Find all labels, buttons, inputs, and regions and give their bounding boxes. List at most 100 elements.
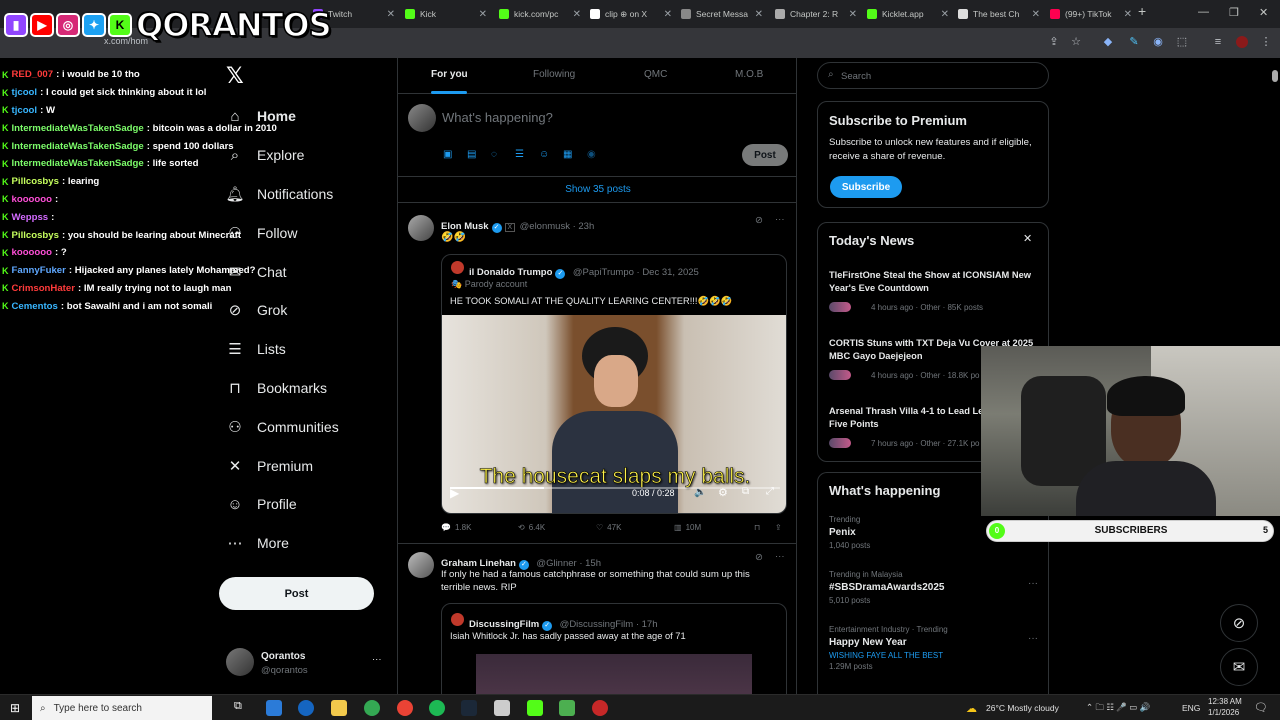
- bookmark-icon[interactable]: ⊓: [754, 523, 760, 532]
- nav-item-bookmarks[interactable]: ⊓ Bookmarks: [226, 376, 327, 400]
- app-icon[interactable]: [527, 700, 543, 716]
- gif-icon[interactable]: ▤: [467, 149, 476, 160]
- reply-button[interactable]: 💬 1.8K: [441, 523, 471, 532]
- taskbar-search[interactable]: ⌕ Type here to search: [32, 696, 212, 720]
- volume-icon[interactable]: 🔈: [694, 487, 706, 498]
- image-icon[interactable]: ▣: [443, 149, 452, 160]
- browser-tab[interactable]: Kicklet.app ✕: [867, 4, 949, 24]
- trend-related-link[interactable]: WISHING FAYE ALL THE BEST: [829, 651, 943, 660]
- show-new-posts[interactable]: Show 35 posts: [398, 176, 796, 203]
- new-tab-button[interactable]: +: [1138, 3, 1146, 19]
- grok-icon[interactable]: ⊘: [755, 552, 763, 563]
- file-explorer-icon[interactable]: [331, 700, 347, 716]
- emoji-icon[interactable]: ☺: [539, 149, 549, 160]
- popout-icon[interactable]: ⧉: [742, 486, 749, 497]
- settings-icon[interactable]: ⚙: [718, 486, 728, 499]
- install-icon[interactable]: ⇪: [1048, 36, 1060, 48]
- avatar[interactable]: [408, 552, 434, 578]
- task-view-icon[interactable]: ⧉: [234, 700, 242, 713]
- tray-icons[interactable]: ⌃ 🗀 ☷ 🎤 ▭ 🔊: [1086, 702, 1150, 716]
- minimize-icon[interactable]: —: [1198, 6, 1209, 18]
- tab-close-icon[interactable]: ✕: [755, 9, 763, 20]
- obs-icon[interactable]: [592, 700, 608, 716]
- app-icon[interactable]: [494, 700, 510, 716]
- close-icon[interactable]: ✕: [1023, 232, 1032, 245]
- like-button[interactable]: ♡ 47K: [596, 523, 621, 532]
- messages-fab-icon[interactable]: ✉: [1220, 648, 1258, 686]
- more-icon[interactable]: ···: [1028, 633, 1038, 644]
- author-name[interactable]: Elon Musk: [441, 221, 489, 232]
- quoted-post[interactable]: il Donaldo Trumpo ✓ @PapiTrumpo · Dec 31,…: [441, 254, 787, 514]
- x-logo-icon[interactable]: 𝕏: [226, 64, 244, 89]
- app-icon[interactable]: [559, 700, 575, 716]
- extension-icon[interactable]: ✎: [1128, 36, 1140, 48]
- weather-text[interactable]: 26°C Mostly cloudy: [986, 703, 1059, 713]
- browser-menu-icon[interactable]: ⋮: [1260, 36, 1272, 48]
- subscribe-button[interactable]: Subscribe: [830, 176, 902, 198]
- nav-item-notifications[interactable]: 🔔︎ Notifications: [225, 182, 333, 206]
- extension-icon[interactable]: ◆: [1102, 36, 1114, 48]
- chrome-icon[interactable]: [397, 700, 413, 716]
- windows-start-icon[interactable]: ⊞: [10, 701, 20, 715]
- edge-icon[interactable]: [298, 700, 314, 716]
- views-button[interactable]: ▥ 10M: [674, 523, 701, 532]
- browser-tab[interactable]: Chapter 2: R ✕: [775, 4, 857, 24]
- tab-close-icon[interactable]: ✕: [479, 9, 487, 20]
- spotify-icon[interactable]: [429, 700, 445, 716]
- more-icon[interactable]: ···: [1028, 578, 1038, 589]
- chrome-icon[interactable]: [364, 700, 380, 716]
- nav-item-chat[interactable]: ✉ Chat: [226, 260, 287, 284]
- poll-icon[interactable]: ☰: [515, 149, 524, 160]
- tab-close-icon[interactable]: ✕: [573, 9, 581, 20]
- extension-icon[interactable]: ◉: [1152, 36, 1164, 48]
- tab-close-icon[interactable]: ✕: [1124, 9, 1132, 20]
- trend-name[interactable]: Penix: [829, 527, 856, 538]
- clock-time[interactable]: 12:38 AM: [1208, 697, 1242, 706]
- more-icon[interactable]: ···: [775, 551, 785, 562]
- more-icon[interactable]: ···: [775, 214, 785, 225]
- nav-item-explore[interactable]: ⌕ Explore: [226, 143, 305, 167]
- search-input[interactable]: ⌕ Search: [817, 62, 1049, 89]
- language-indicator[interactable]: ENG: [1182, 703, 1200, 713]
- nav-item-follow[interactable]: ⚇ Follow: [226, 221, 297, 245]
- schedule-icon[interactable]: ▦: [563, 149, 572, 160]
- compose-input[interactable]: What's happening?: [442, 110, 553, 125]
- tab-qmc[interactable]: QMC: [644, 69, 667, 80]
- browser-tab[interactable]: Secret Messa ✕: [681, 4, 763, 24]
- fullscreen-icon[interactable]: ⤢: [766, 486, 774, 497]
- browser-tab[interactable]: (99+) TikTok ✕: [1050, 4, 1132, 24]
- share-icon[interactable]: ⇪: [775, 523, 782, 532]
- notifications-icon[interactable]: 🗨: [1254, 701, 1268, 714]
- repost-button[interactable]: ⟲ 6.4K: [518, 523, 545, 532]
- bookmark-star-icon[interactable]: ☆: [1070, 36, 1082, 48]
- tab-mob[interactable]: M.O.B: [735, 69, 763, 80]
- browser-tab[interactable]: clip ⊕ on X ✕: [590, 4, 672, 24]
- post-button[interactable]: Post: [219, 577, 374, 610]
- scrollbar-thumb[interactable]: [1272, 70, 1278, 82]
- scrollbar[interactable]: [1272, 60, 1278, 690]
- trend-name[interactable]: Happy New Year: [829, 637, 907, 648]
- profile-avatar[interactable]: [1236, 36, 1248, 48]
- browser-tab[interactable]: The best Ch ✕: [958, 4, 1040, 24]
- tab-for-you[interactable]: For you: [431, 69, 468, 80]
- nav-item-communities[interactable]: ⚇ Communities: [226, 415, 338, 439]
- play-icon[interactable]: ▶: [450, 486, 459, 500]
- tab-close-icon[interactable]: ✕: [941, 9, 949, 20]
- news-headline[interactable]: TleFirstOne Steal the Show at ICONSIAM N…: [829, 269, 1034, 295]
- browser-tab[interactable]: kick.com/pc ✕: [499, 4, 581, 24]
- nav-item-lists[interactable]: ☰ Lists: [226, 337, 286, 361]
- avatar[interactable]: [408, 215, 434, 241]
- tab-following[interactable]: Following: [533, 69, 575, 80]
- tab-close-icon[interactable]: ✕: [387, 9, 395, 20]
- tab-close-icon[interactable]: ✕: [849, 9, 857, 20]
- browser-tab[interactable]: Kick ✕: [405, 4, 487, 24]
- grok-icon[interactable]: ◌: [491, 149, 497, 160]
- more-icon[interactable]: ···: [372, 654, 382, 665]
- grok-icon[interactable]: ⊘: [755, 215, 763, 226]
- copilot-icon[interactable]: [266, 700, 282, 716]
- nav-item-profile[interactable]: ☺ Profile: [226, 492, 296, 516]
- nav-item-more[interactable]: ⋯ More: [226, 531, 289, 555]
- account-switcher[interactable]: Qorantos @qorantos ···: [226, 648, 386, 680]
- nav-item-grok[interactable]: ⊘ Grok: [226, 298, 288, 322]
- clock-date[interactable]: 1/1/2026: [1208, 708, 1239, 717]
